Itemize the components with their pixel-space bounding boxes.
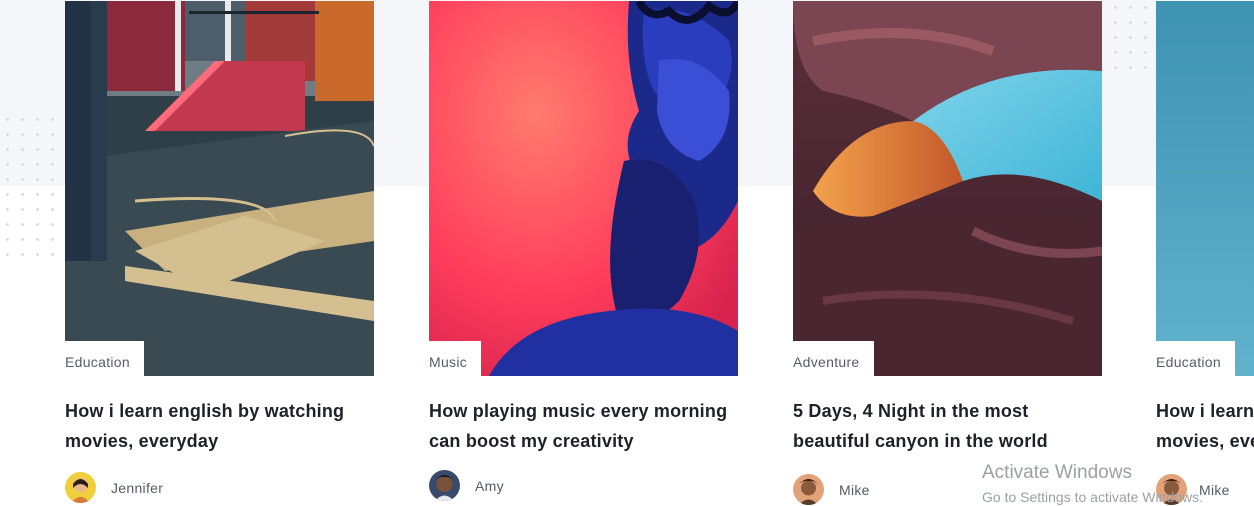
avatar[interactable]: [793, 474, 824, 505]
post-image-wrapper[interactable]: Education: [1156, 1, 1254, 376]
dot-pattern-left: [0, 112, 62, 267]
post-title-line: How i learn english by watching: [65, 401, 345, 421]
jennifer-avatar: [65, 472, 96, 503]
post-title[interactable]: 5 Days, 4 Night in the most beautiful ca…: [793, 396, 1102, 456]
post-title-line: How playing music every morning: [429, 401, 728, 421]
watermark-subtitle: Go to Settings to activate Windows.: [982, 489, 1203, 505]
post-title-line: 5 Days, 4 Night in the most: [793, 401, 1029, 421]
post-card[interactable]: Education How i learn english by watchin…: [65, 1, 374, 503]
post-author[interactable]: Amy: [429, 470, 738, 501]
post-card[interactable]: Music How playing music every morning ca…: [429, 1, 738, 501]
author-name[interactable]: Amy: [475, 478, 504, 494]
teal-image: [1156, 1, 1254, 376]
category-tag[interactable]: Adventure: [793, 341, 874, 376]
post-image-wrapper[interactable]: Adventure: [793, 1, 1102, 376]
author-name[interactable]: Jennifer: [111, 480, 163, 496]
canyon-image: [793, 1, 1102, 376]
post-image-wrapper[interactable]: Education: [65, 1, 374, 376]
post-card[interactable]: Adventure 5 Days, 4 Night in the most be…: [793, 1, 1102, 505]
avatar[interactable]: [65, 472, 96, 503]
post-author[interactable]: Jennifer: [65, 472, 374, 503]
basketball-court-image: [65, 1, 374, 376]
post-title-line: can boost my creativity: [429, 431, 634, 451]
post-title-line: beautiful canyon in the world: [793, 431, 1048, 451]
post-title[interactable]: How playing music every morning can boos…: [429, 396, 738, 456]
dot-pattern-right: [1108, 0, 1148, 78]
blog-posts-section: Education How i learn english by watchin…: [0, 0, 1254, 506]
post-title-line: movies, everyday: [1156, 431, 1254, 451]
category-tag[interactable]: Education: [65, 341, 144, 376]
avatar[interactable]: [429, 470, 460, 501]
musician-portrait-image: [429, 1, 738, 376]
post-title[interactable]: How i learn english by watching movies, …: [65, 396, 374, 456]
post-title-line: How i learn english by watching: [1156, 401, 1254, 421]
activate-windows-watermark: Activate Windows Go to Settings to activ…: [982, 462, 1203, 506]
author-name[interactable]: Mike: [1199, 482, 1230, 498]
post-title-line: movies, everyday: [65, 431, 219, 451]
category-tag[interactable]: Music: [429, 341, 482, 376]
post-image-wrapper[interactable]: Music: [429, 1, 738, 376]
mike-avatar: [793, 474, 824, 505]
watermark-title: Activate Windows: [982, 462, 1132, 483]
post-card[interactable]: Education How i learn english by watchin…: [1156, 1, 1254, 505]
author-name[interactable]: Mike: [839, 482, 870, 498]
post-title[interactable]: How i learn english by watching movies, …: [1156, 396, 1254, 456]
amy-avatar: [429, 470, 460, 501]
category-tag[interactable]: Education: [1156, 341, 1235, 376]
